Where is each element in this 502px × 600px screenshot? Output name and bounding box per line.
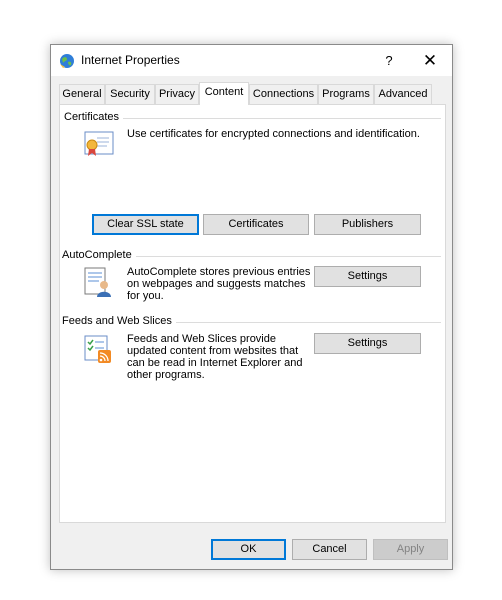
apply-button[interactable]: Apply bbox=[373, 539, 448, 560]
certificates-description: Use certificates for encrypted connectio… bbox=[127, 128, 420, 140]
certificates-group-label: Certificates bbox=[64, 111, 124, 123]
feeds-group-label: Feeds and Web Slices bbox=[62, 315, 176, 327]
certificates-button[interactable]: Certificates bbox=[203, 214, 309, 235]
feeds-settings-button[interactable]: Settings bbox=[314, 333, 421, 354]
tab-programs[interactable]: Programs bbox=[318, 84, 374, 104]
autocomplete-settings-button[interactable]: Settings bbox=[314, 266, 421, 287]
tab-advanced[interactable]: Advanced bbox=[374, 84, 432, 104]
internet-globe-icon bbox=[60, 54, 74, 68]
feeds-description: Feeds and Web Slices provide updated con… bbox=[127, 333, 303, 381]
autocomplete-description: AutoComplete stores previous entries on … bbox=[127, 266, 311, 302]
autocomplete-group-label: AutoComplete bbox=[62, 249, 136, 261]
tab-connections[interactable]: Connections bbox=[249, 84, 318, 104]
feeds-icon bbox=[84, 335, 111, 363]
ok-button[interactable]: OK bbox=[211, 539, 286, 560]
tab-general[interactable]: General bbox=[59, 84, 105, 104]
content-tab-panel: Certificates Use certificates for encryp… bbox=[59, 104, 446, 523]
window-title: Internet Properties bbox=[81, 53, 180, 67]
tab-security[interactable]: Security bbox=[105, 84, 155, 104]
tab-content[interactable]: Content bbox=[199, 82, 249, 105]
clear-ssl-state-button[interactable]: Clear SSL state bbox=[92, 214, 199, 235]
autocomplete-icon bbox=[84, 267, 111, 297]
help-button[interactable]: ? bbox=[373, 45, 405, 76]
title-bar[interactable]: Internet Properties ? ✕ bbox=[51, 45, 452, 76]
publishers-button[interactable]: Publishers bbox=[314, 214, 421, 235]
tab-privacy[interactable]: Privacy bbox=[155, 84, 199, 104]
cancel-button[interactable]: Cancel bbox=[292, 539, 367, 560]
close-button[interactable]: ✕ bbox=[407, 45, 453, 76]
certificate-icon bbox=[84, 131, 114, 156]
internet-properties-dialog: Internet Properties ? ✕ General Security… bbox=[50, 44, 453, 570]
